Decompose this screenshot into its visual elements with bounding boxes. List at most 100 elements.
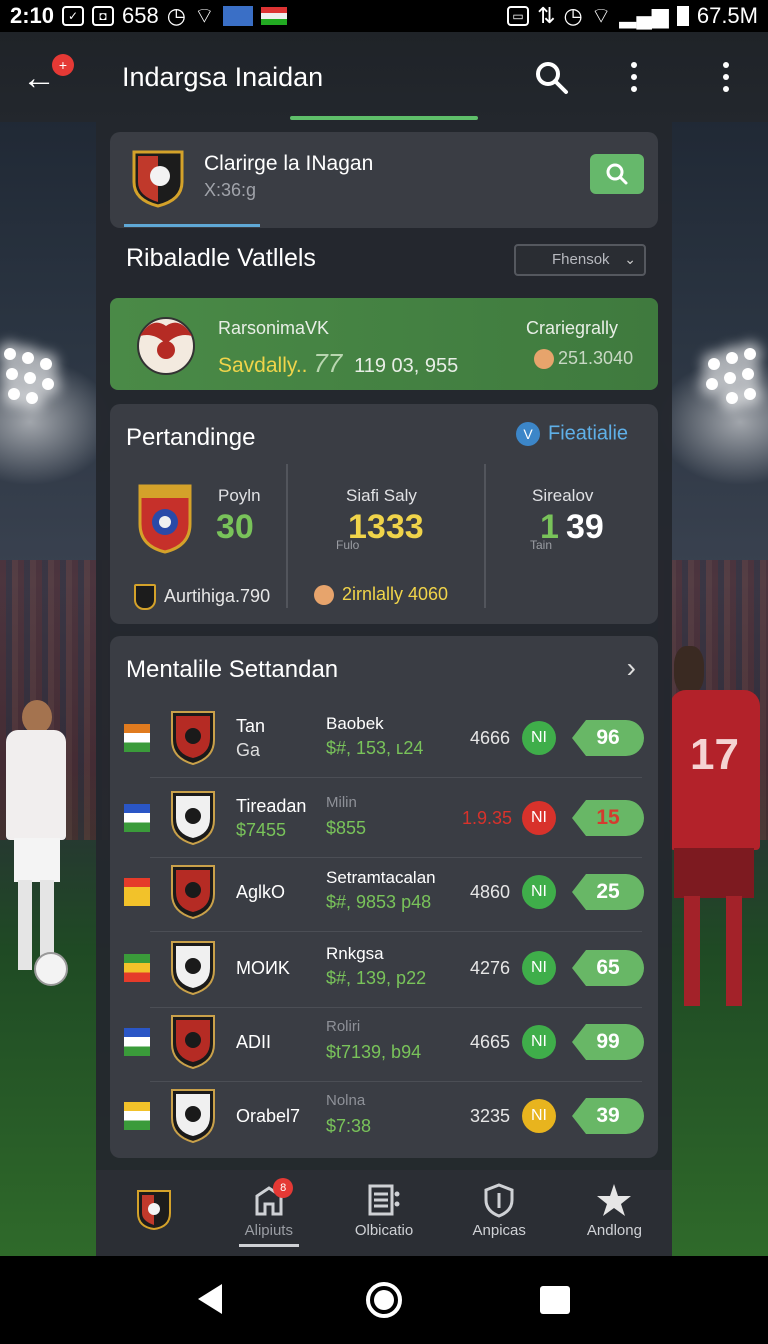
team-name: AglkO — [236, 882, 286, 902]
search-underline — [124, 224, 260, 227]
nav-label: Andlong — [586, 1222, 642, 1239]
stat-col1-footer-text: Aurtihiga.790 — [164, 585, 271, 606]
highlight-right-value: 251.3040 — [534, 348, 634, 370]
stat-col3-value: 39 — [566, 508, 604, 546]
stat-value: $#, 139, p22 — [326, 968, 427, 988]
rivals-section-title: Ribaladle Vatllels — [126, 244, 316, 272]
battery-level: 67.5M — [696, 3, 758, 28]
nav-active-indicator — [239, 1244, 300, 1247]
football-image — [34, 952, 68, 986]
system-recents-button[interactable] — [540, 1286, 570, 1314]
table-row[interactable]: Tireadan $7455 Milin $855 1.9.35 NI 15 — [110, 784, 658, 858]
team-name: MOИK — [236, 958, 290, 978]
system-navigation-bar — [0, 1256, 768, 1344]
overflow-menu-button[interactable] — [628, 62, 640, 98]
bottom-navigation: 8 Alipiuts Olbicatio Anpicas Andlong — [96, 1170, 672, 1256]
highlight-right-number: 251.3040 — [558, 348, 634, 368]
points-value: 4665 — [470, 1032, 511, 1052]
notification-icon: ✓ — [62, 6, 85, 26]
team-name: Orabel7 — [236, 1106, 301, 1126]
highlight-value: 119 03, 955 — [354, 355, 459, 377]
score-badge: 65 — [572, 950, 644, 986]
chevron-down-icon: ⌄ — [624, 251, 636, 267]
points-value: 3235 — [470, 1106, 511, 1126]
star-icon — [597, 1184, 632, 1216]
ball-icon — [534, 349, 554, 370]
nav-item-shield[interactable]: Anpicas — [442, 1170, 557, 1256]
stat-label: Nolna — [326, 1092, 366, 1109]
back-button[interactable]: ← + — [22, 54, 74, 98]
nav-label: Olbicatio — [354, 1222, 414, 1239]
stats-title: Pertandinge — [126, 424, 256, 451]
score-badge: 96 — [572, 720, 644, 756]
verified-icon: V — [516, 422, 540, 446]
cell-signal-icon: ▂▄▆ — [619, 3, 669, 28]
club-name: Clarirge la INagan — [204, 152, 374, 175]
standings-title: Mentalile Settandan — [126, 656, 339, 683]
wifi-signal-icon: ⌔ — [590, 3, 612, 28]
table-row[interactable]: Tan Ga Baobek $#, 153, ʟ24 4666 NI 96 — [110, 704, 658, 778]
stat-label: Setramtacalan — [326, 868, 436, 887]
stadium-lights-right — [690, 340, 768, 440]
nav-item-list[interactable]: Olbicatio — [326, 1170, 441, 1256]
player-right-image: 17 — [670, 640, 768, 1030]
stat-label: Milin — [326, 794, 357, 811]
status-badge: NI — [522, 1099, 556, 1133]
club-search-card[interactable]: Clarirge la INagan X:36:g — [110, 132, 658, 228]
team-sub: $7455 — [236, 820, 287, 840]
arrow-left-icon: ← — [22, 59, 56, 97]
stat-value: $7:38 — [326, 1116, 372, 1136]
stat-col2-footer-text: 2irnlally 4060 — [342, 584, 449, 604]
nav-badge: 8 — [273, 1178, 294, 1198]
team-crest-icon — [171, 941, 215, 996]
table-row[interactable]: MOИK Rnkgsa $#, 139, p22 4276 NI 65 — [110, 934, 658, 1008]
nav-item-home[interactable]: 8 Alipiuts — [211, 1170, 326, 1256]
search-button[interactable] — [532, 58, 572, 98]
system-back-button[interactable] — [198, 1284, 222, 1314]
points-value: 1.9.35 — [462, 808, 513, 828]
stadium-lights-left — [0, 340, 80, 440]
stat-col2-label: Siafi Saly — [346, 486, 417, 505]
nav-item-star[interactable]: Andlong — [557, 1170, 672, 1256]
tab-indicator — [290, 116, 478, 120]
status-badge: NI — [522, 951, 556, 985]
app-bar: ← + Indargsa Inaidan — [0, 32, 768, 122]
club-crest-icon — [132, 150, 184, 208]
highlight-label: RarsonimaVK — [218, 318, 330, 338]
data-icon: ⇅ — [537, 3, 556, 28]
stat-col1-footer: Aurtihiga.790 — [134, 584, 270, 610]
team-crest-icon — [171, 791, 215, 846]
country-flag-icon — [124, 804, 150, 832]
highlight-card[interactable]: RarsonimaVK Savdally.. 77 119 03, 955 Cr… — [110, 298, 658, 390]
status-time: 2:10 — [10, 3, 55, 28]
team-sub: Ga — [236, 740, 261, 760]
stat-col1-label: Poyln — [218, 486, 261, 505]
search-go-button[interactable] — [590, 154, 644, 194]
points-value: 4666 — [470, 728, 511, 748]
team-name: ADII — [236, 1032, 272, 1052]
featured-link[interactable]: V Fieatialie — [516, 422, 628, 446]
chevron-right-icon[interactable]: › — [627, 652, 636, 684]
system-home-button[interactable] — [366, 1282, 402, 1318]
table-row[interactable]: AglkO Setramtacalan $#, 9853 p48 4860 NI 25 — [110, 858, 658, 932]
score-badge: 39 — [572, 1098, 644, 1134]
stat-label: Baobek — [326, 714, 384, 733]
team-crest-icon — [171, 1089, 215, 1144]
stat-value: $855 — [326, 818, 367, 838]
stat-col2-value: 1333 — [348, 508, 424, 546]
country-flag-icon — [124, 878, 150, 906]
points-value: 4860 — [470, 882, 511, 902]
status-badge: NI — [522, 875, 556, 909]
nav-item-club[interactable] — [96, 1170, 211, 1256]
score-badge: 99 — [572, 1024, 644, 1060]
table-row[interactable]: ADII Roliri $t7139, b94 4665 NI 99 — [110, 1008, 658, 1082]
more-options-button[interactable] — [720, 62, 732, 98]
status-bar: 2:10 ✓ ◘ 658 ◷ ⌔ ▭ ⇅ ◷ ⌔ ▂▄▆ 67.5M — [0, 0, 768, 32]
table-row[interactable]: Orabel7 Nolna $7:38 3235 NI 39 — [110, 1082, 658, 1156]
rivals-filter-dropdown[interactable]: Fhensok ⌄ — [514, 244, 646, 276]
stat-col3-label: Sirealov — [532, 486, 594, 505]
highlight-right-label: Crariegrally — [525, 318, 618, 338]
dropdown-value: Fhensok — [552, 251, 610, 268]
country-flag-icon — [124, 954, 150, 982]
stat-value: $t7139, b94 — [326, 1042, 422, 1062]
